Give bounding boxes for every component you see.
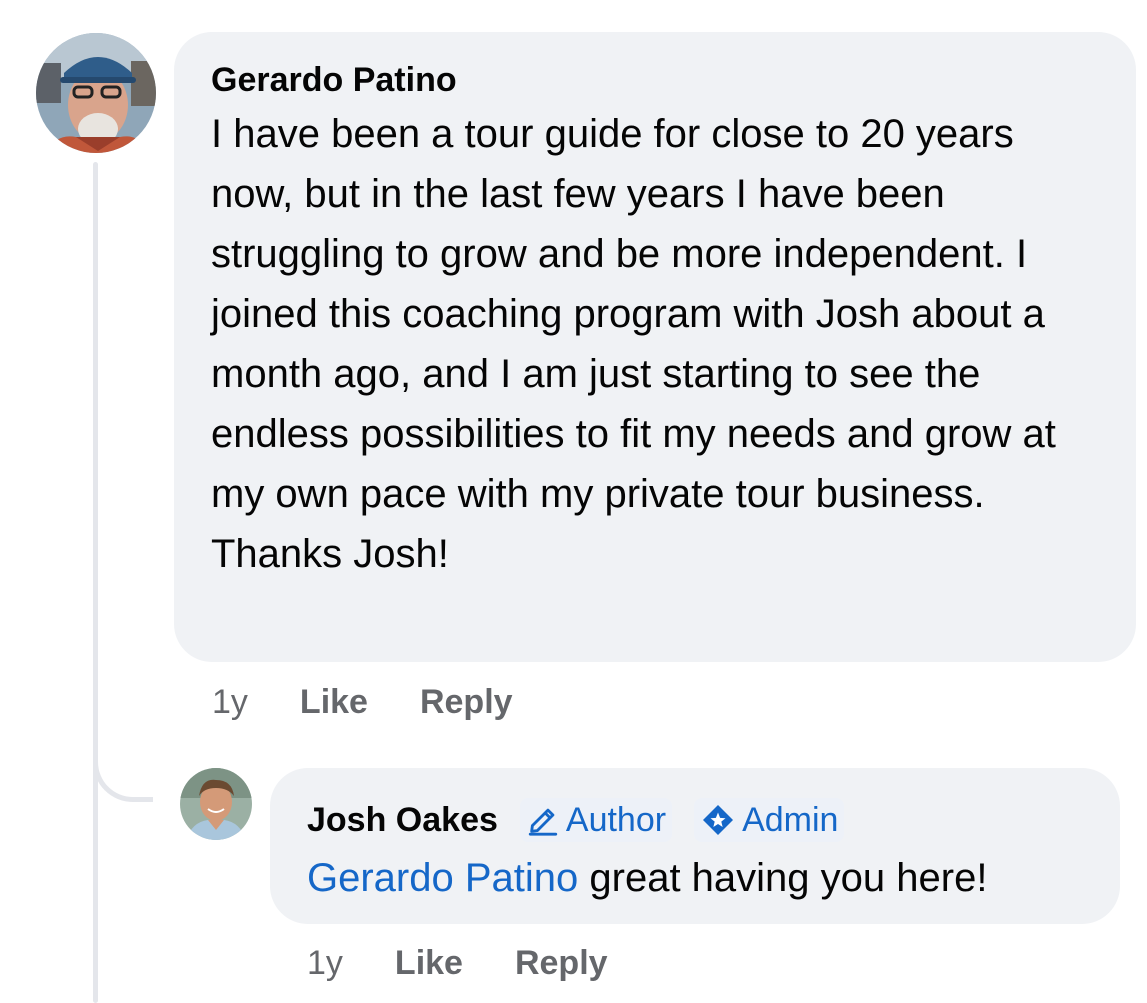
reply-reply-button[interactable]: Reply <box>515 944 608 983</box>
like-button[interactable]: Like <box>300 683 368 722</box>
comment-author-name[interactable]: Gerardo Patino <box>211 58 1100 102</box>
reply-header: Josh Oakes Author Admin <box>307 798 1090 842</box>
avatar[interactable] <box>36 33 156 153</box>
reply-text: Gerardo Patino great having you here! <box>307 848 1090 908</box>
comment-bubble: Gerardo Patino I have been a tour guide … <box>174 32 1136 662</box>
thread-line <box>93 162 98 1003</box>
admin-shield-icon <box>703 805 734 835</box>
reply-avatar[interactable] <box>180 768 252 840</box>
reply-author-name[interactable]: Josh Oakes <box>307 798 498 842</box>
pencil-icon <box>528 808 558 836</box>
reply-button[interactable]: Reply <box>420 683 513 722</box>
admin-badge: Admin <box>694 798 845 842</box>
comment-text: I have been a tour guide for close to 20… <box>211 112 1056 576</box>
reply-bubble: Josh Oakes Author Admin Gerardo Patino g… <box>270 768 1120 924</box>
reply-avatar-photo <box>180 768 252 840</box>
reply-timestamp[interactable]: 1y <box>307 944 343 983</box>
admin-badge-label: Admin <box>742 800 839 839</box>
reply-body: great having you here! <box>578 856 988 900</box>
comment-actions: 1y Like Reply <box>212 680 565 724</box>
reply-actions: 1y Like Reply <box>307 941 660 985</box>
author-badge-label: Author <box>565 800 667 839</box>
comment-timestamp[interactable]: 1y <box>212 683 248 722</box>
thread-connector <box>93 700 153 802</box>
avatar-photo <box>36 33 156 153</box>
author-badge: Author <box>519 798 673 842</box>
reply-like-button[interactable]: Like <box>395 944 463 983</box>
mention-link[interactable]: Gerardo Patino <box>307 856 578 900</box>
